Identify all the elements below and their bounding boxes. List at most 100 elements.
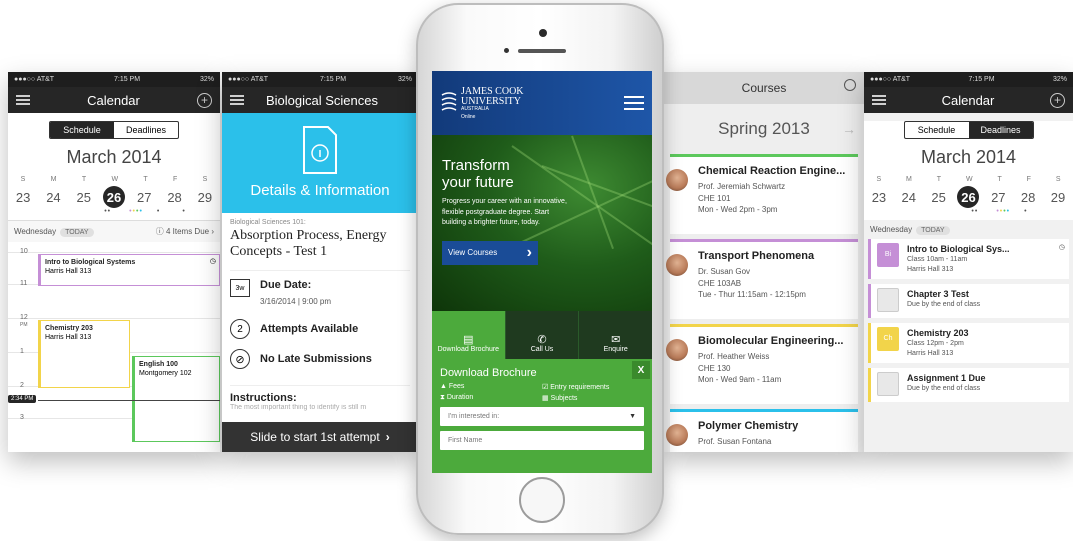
battery-label: 32% [199,76,214,83]
date-cell[interactable]: 29 [194,186,216,208]
search-icon[interactable] [844,79,856,91]
agenda-line1: Due by the end of class [907,301,981,309]
event-place: Montgomery 102 [139,370,192,378]
date-cell-selected[interactable]: 26 [102,186,125,208]
weekday-label: T [936,176,942,183]
tab-deadlines[interactable]: Deadlines [114,122,178,138]
speaker-slot [518,49,566,53]
attempts-count-icon: 2 [230,319,250,340]
course-prof: Dr. Susan Gov [698,266,751,276]
first-name-field[interactable]: First Name [440,431,644,450]
event-title: English 100 [139,361,178,368]
tab-schedule[interactable]: Schedule [50,122,114,138]
today-badge[interactable]: TODAY [60,228,94,237]
course-card[interactable]: Biomolecular Engineering... Prof. Heathe… [666,324,858,404]
agenda-item[interactable]: Ch Chemistry 203 Class 12pm - 2pm Harris H… [868,323,1069,363]
weekday-label: W [965,176,973,183]
first-name-placeholder: First Name [448,437,483,444]
interest-select[interactable]: I'm interested in: ▼ [440,407,644,426]
event-dots: •• •••• • [971,208,1028,215]
hamburger-menu-icon[interactable] [624,96,644,110]
menu-icon[interactable] [16,95,30,105]
tab-deadlines[interactable]: Deadlines [968,122,1033,138]
brand-line3: AUSTRALIA [461,105,489,112]
course-name: Chemical Reaction Engine... [698,165,846,177]
date-cell[interactable]: 28 [164,186,186,208]
document-icon [877,288,899,312]
today-badge[interactable]: TODAY [916,226,950,235]
agenda-title: Chapter 3 Test [907,289,969,299]
assessment-title: Absorption Process, Energy Concepts - Te… [230,228,387,260]
phone-screen: JAMES COOK UNIVERSITY AUSTRALIA Online T… [432,71,652,473]
hero-title-2: your future [442,174,514,191]
date-cell[interactable]: 23 [12,186,34,208]
avatar [666,339,688,361]
menu-icon[interactable] [230,95,244,105]
view-courses-button[interactable]: View Courses › [442,240,538,265]
carrier-label: ●●●○○ AT&T [228,76,269,83]
screen-title: Biological Sciences [265,92,378,108]
event-intro-bio[interactable]: Intro to Biological Systems Harris Hall … [38,254,220,286]
date-cell[interactable]: 27 [133,186,155,208]
document-icon [877,372,899,396]
date-cell[interactable]: 28 [1017,186,1039,208]
event-english[interactable]: English 100 Montgomery 102 [132,356,220,442]
date-cell-selected[interactable]: 26 [957,186,980,208]
courses-nav: Courses [664,72,864,104]
date-cell[interactable]: 29 [1047,186,1069,208]
day-header: Wednesday TODAY [864,220,1073,239]
home-button[interactable] [519,477,565,523]
course-card[interactable]: Transport Phenomena Dr. Susan Gov CHE 10… [666,239,858,319]
course-name: Polymer Chemistry [698,420,799,432]
jcu-logo[interactable]: JAMES COOK UNIVERSITY AUSTRALIA Online [440,85,524,120]
menu-icon[interactable] [872,95,886,105]
date-cell[interactable]: 23 [868,186,890,208]
close-button[interactable]: X [632,361,650,379]
call-us-button[interactable]: ✆ Call Us [505,311,580,359]
course-prof: Prof. Susan Fontana [698,436,772,446]
calendar-icon: 3w [230,279,250,298]
action-bar: ▤ Download Brochure ✆ Call Us ✉ Enquire [432,311,652,359]
screen-title: Courses [741,81,787,95]
weekday-label: S [876,176,882,183]
agenda-line2: Harris Hall 313 [907,265,954,273]
download-brochure-label: Download Brochure [437,346,500,353]
details-hero: Details & Information [222,113,418,213]
slide-to-start[interactable]: Slide to start 1st attempt › [222,422,418,452]
screen-title: Calendar [87,92,140,108]
date-cell[interactable]: 24 [898,186,920,208]
agenda-line2: Harris Hall 313 [907,349,954,357]
tab-schedule[interactable]: Schedule [905,122,969,138]
course-card[interactable]: Polymer Chemistry Prof. Susan Fontana [666,409,858,452]
current-time-marker: 2:34 PM [8,395,37,403]
date-cell[interactable]: 25 [73,186,95,208]
date-cell[interactable]: 25 [928,186,950,208]
brand-line4: Online [461,113,476,120]
event-chemistry[interactable]: Chemistry 203 Harris Hall 313 [38,320,130,388]
assessment-screen: ●●●○○ AT&T 7:15 PM 32% Biological Scienc… [222,72,418,452]
arrow-right-icon[interactable]: → [842,121,856,137]
clock-label: 7:15 PM [968,76,995,83]
date-cell[interactable]: 27 [987,186,1009,208]
agenda-item[interactable]: Bi Intro to Biological Sys... Class 10am … [868,239,1069,279]
brand-line1: JAMES COOK [461,85,524,97]
add-icon[interactable]: + [196,92,212,108]
agenda-item[interactable]: Assignment 1 Due Due by the end of class [868,368,1069,402]
items-due-label: 4 Items Due [165,227,210,236]
weekday-label: M [50,176,57,183]
day-label: Wednesday [870,225,913,234]
enquire-button[interactable]: ✉ Enquire [579,311,652,359]
agenda-item[interactable]: Chapter 3 Test Due by the end of class [868,284,1069,318]
document-info-icon [303,126,337,174]
items-due-link[interactable]: ⓘ 4 Items Due › [156,226,214,237]
agenda-line1: Class 12pm - 2pm [907,340,964,348]
course-card[interactable]: Chemical Reaction Engine... Prof. Jeremi… [666,154,858,234]
add-icon[interactable]: + [1049,92,1065,108]
late-row: ⊘ No Late Submissions [230,349,410,370]
course-time: Tue - Thur 11:15am - 12:15pm [698,290,806,300]
date-cell[interactable]: 24 [42,186,64,208]
attempts-label: Attempts Available [260,323,359,336]
download-brochure-button[interactable]: ▤ Download Brochure [432,311,506,359]
battery-label: 32% [397,76,412,83]
screen-title: Calendar [941,92,995,108]
